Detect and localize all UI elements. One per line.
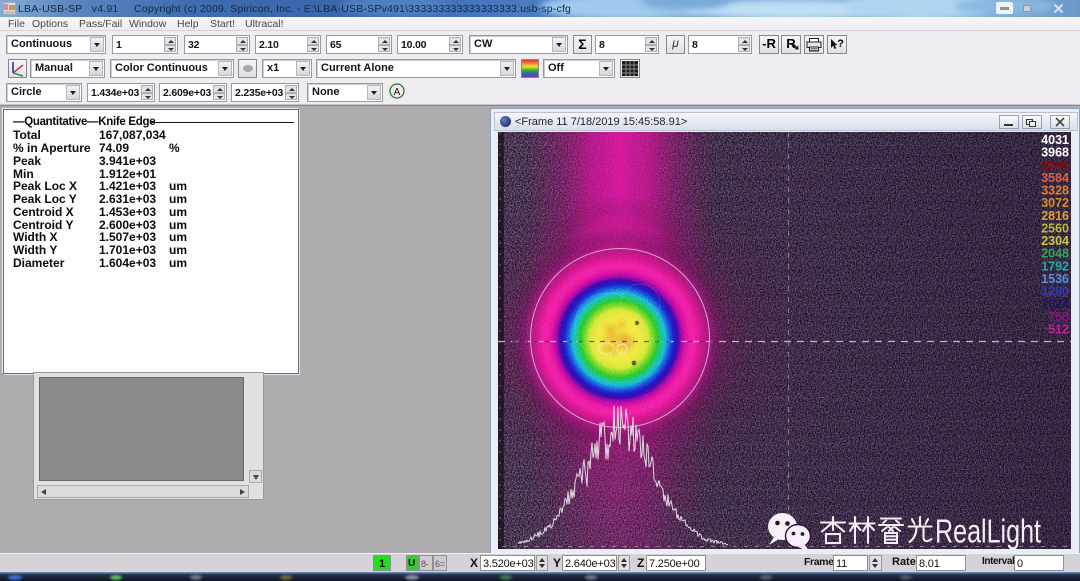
- svg-text:512: 512: [1048, 323, 1069, 337]
- svg-text:RealLight: RealLight: [935, 513, 1041, 550]
- svg-text:A: A: [393, 87, 400, 98]
